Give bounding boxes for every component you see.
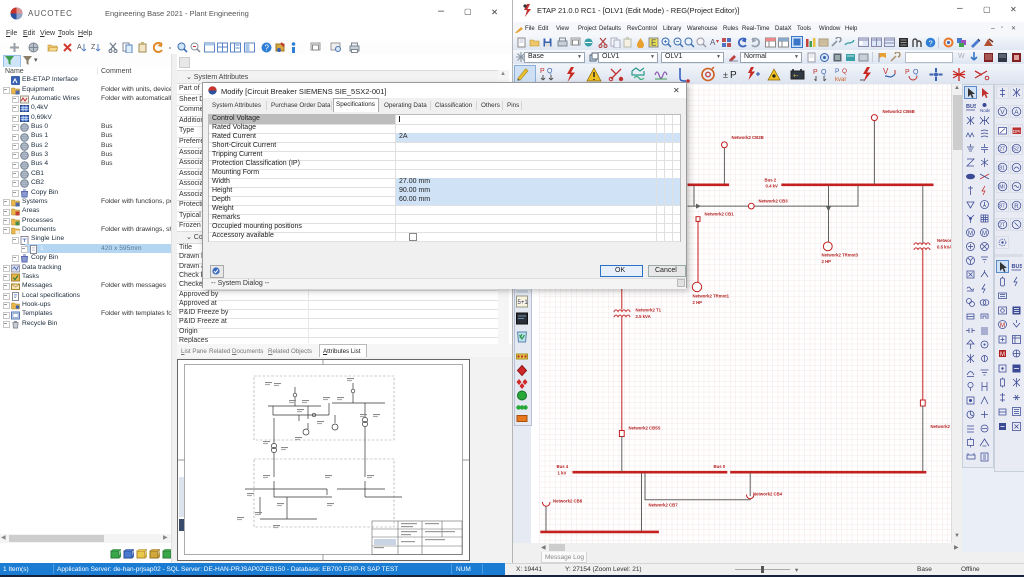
svg-text:V: V [1000, 109, 1005, 116]
svg-text:P: P [813, 69, 818, 76]
svg-text:Node: Node [980, 108, 990, 112]
svg-text:?: ? [929, 39, 933, 48]
svg-text:0.5 kVA: 0.5 kVA [937, 245, 951, 250]
svg-text:Network2 CB8: Network2 CB8 [553, 499, 583, 504]
svg-text:Network2 T1: Network2 T1 [636, 308, 662, 313]
svg-text:2.5 kVA: 2.5 kVA [636, 314, 651, 319]
svg-text:M: M [968, 231, 973, 237]
svg-text:±: ± [723, 70, 728, 80]
svg-text:81: 81 [999, 166, 1005, 172]
svg-text:Network2 CB4: Network2 CB4 [753, 492, 783, 497]
svg-text:Network2 CB7: Network2 CB7 [649, 503, 679, 508]
svg-text:M: M [982, 231, 987, 237]
svg-text:P: P [730, 70, 737, 81]
svg-text:?: ? [265, 44, 270, 53]
svg-text:P: P [905, 69, 910, 76]
svg-text:Q: Q [842, 68, 847, 75]
svg-text:Networ1: Networ1 [937, 238, 951, 243]
svg-text:V: V [883, 67, 889, 76]
svg-text:P: P [835, 68, 839, 75]
svg-text:A: A [77, 44, 82, 51]
svg-text:MI: MI [999, 185, 1005, 191]
svg-text:52: 52 [1013, 147, 1019, 153]
svg-text:Bus 2: Bus 2 [765, 178, 777, 183]
svg-text:27: 27 [999, 147, 1005, 153]
svg-text:kvar: kvar [835, 77, 846, 83]
svg-text:+-: +- [793, 73, 799, 79]
svg-text:M: M [1000, 352, 1005, 358]
svg-text:2T: 2T [999, 222, 1005, 228]
svg-text:Bus 4: Bus 4 [557, 464, 569, 469]
svg-text:Network2 TRmot1: Network2 TRmot1 [693, 294, 730, 299]
svg-text:BUS: BUS [1012, 264, 1023, 270]
svg-text:1 kV: 1 kV [558, 471, 567, 476]
svg-text:Q: Q [913, 69, 919, 76]
svg-text:5+1: 5+1 [518, 300, 529, 306]
svg-text:0.4 kV: 0.4 kV [766, 184, 779, 189]
svg-text:Q: Q [547, 68, 553, 75]
svg-text:Bus 0: Bus 0 [714, 464, 726, 469]
svg-text:2 HP: 2 HP [822, 259, 832, 264]
svg-text:Network2 CB3: Network2 CB3 [759, 199, 789, 204]
svg-text:87: 87 [999, 203, 1005, 209]
svg-text:Network2 CB1: Network2 CB1 [705, 212, 735, 217]
svg-text:A: A [710, 38, 716, 47]
svg-text:E: E [651, 39, 656, 48]
svg-text:Network2 C: Network2 C [931, 424, 952, 429]
svg-text:BUS: BUS [966, 104, 976, 110]
svg-text:Network2 TRmot3: Network2 TRmot3 [822, 253, 859, 258]
svg-text:DPI: DPI [1013, 129, 1021, 134]
svg-text:P: P [540, 68, 545, 75]
svg-text:Network2 CB2B: Network2 CB2B [732, 135, 764, 140]
svg-text:Network2 CB5S: Network2 CB5S [629, 426, 661, 431]
svg-text:Z: Z [91, 44, 96, 51]
svg-text:Q: Q [821, 69, 827, 76]
svg-text:M: M [1000, 323, 1005, 329]
svg-text:A: A [1014, 109, 1019, 116]
svg-text:2 HP: 2 HP [693, 300, 703, 305]
svg-text:R: R [1014, 204, 1019, 210]
svg-text:Network2 CB6B: Network2 CB6B [883, 109, 915, 114]
